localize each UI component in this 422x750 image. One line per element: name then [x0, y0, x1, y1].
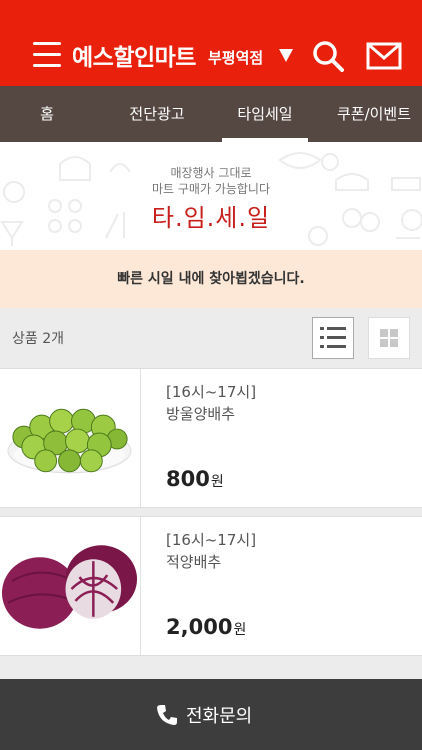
product-name: 방울양배추 — [166, 405, 236, 423]
list-toolbar: 상품 2개 — [0, 308, 422, 368]
triangle-down-icon[interactable] — [278, 46, 294, 64]
grid-view-icon — [380, 329, 398, 347]
product-price: 2,000원 — [166, 615, 246, 639]
price-value: 2,000 — [166, 615, 233, 639]
price-unit: 원 — [210, 474, 224, 490]
list-view-button[interactable] — [312, 317, 354, 359]
tab-bar: 홈 전단광고 타임세일 쿠폰/이벤트 — [0, 86, 422, 142]
time-sale-banner: 매장행사 그대로 마트 구매가 가능합니다 타.임.세.일 — [0, 142, 422, 250]
tab-flyer[interactable]: 전단광고 — [108, 86, 206, 142]
banner-subtitle-line1: 매장행사 그대로 — [170, 166, 252, 180]
product-count: 상품 2개 — [12, 331, 64, 347]
brussels-sprouts-image — [7, 369, 141, 507]
search-icon[interactable] — [312, 40, 344, 72]
product-card[interactable]: [16시~17시] 적양배추 2,000원 — [0, 516, 422, 656]
price-unit: 원 — [233, 622, 247, 638]
sale-time: [16시~17시] — [166, 383, 257, 401]
banner-subtitle-line2: 마트 구매가 가능합니다 — [151, 182, 271, 196]
product-price: 800원 — [166, 467, 224, 491]
tab-home[interactable]: 홈 — [0, 86, 94, 142]
phone-icon — [157, 705, 177, 725]
price-value: 800 — [166, 467, 210, 491]
branch-selector[interactable]: 부평역점 — [208, 47, 263, 68]
notice-message: 빠른 시일 내에 찾아뵙겠습니다. — [0, 250, 422, 308]
product-name: 적양배추 — [166, 553, 222, 571]
store-title: 예스할인마트 — [72, 45, 196, 71]
call-inquiry-button[interactable]: 전화문의 — [0, 679, 422, 750]
banner-title: 타.임.세.일 — [151, 204, 271, 232]
tab-coupon-event[interactable]: 쿠폰/이벤트 — [326, 86, 422, 142]
menu-icon[interactable] — [33, 42, 61, 70]
red-cabbage-image — [1, 517, 141, 655]
grid-view-button[interactable] — [368, 317, 410, 359]
tab-time-sale[interactable]: 타임세일 — [216, 86, 314, 142]
mail-icon[interactable] — [366, 42, 402, 70]
product-card[interactable]: [16시~17시] 방울양배추 800원 — [0, 368, 422, 508]
call-inquiry-label: 전화문의 — [186, 706, 253, 727]
list-view-icon — [320, 327, 346, 348]
app-header: 예스할인마트 부평역점 — [0, 0, 422, 86]
sale-time: [16시~17시] — [166, 531, 257, 549]
